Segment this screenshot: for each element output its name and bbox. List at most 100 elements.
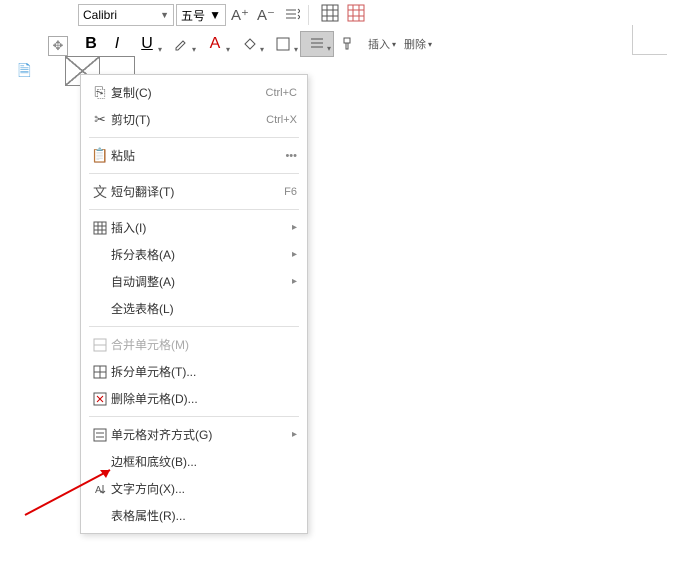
bold-button[interactable]: B [78,31,104,57]
format-painter-button[interactable] [334,31,360,57]
menu-translate[interactable]: 文 短句翻译(T) F6 [81,178,307,205]
italic-button[interactable]: I [104,31,130,57]
highlight-icon [173,36,189,52]
menu-separator [89,416,299,417]
merge-icon [89,338,111,352]
bucket-icon [241,36,257,52]
delete-label: 删除 [404,36,426,52]
line-spacing-button[interactable] [280,3,304,27]
menu-split-table-label: 拆分表格(A) [111,246,292,263]
menu-delete-cells-label: 删除单元格(D)... [111,390,297,407]
chevron-down-icon: ▾ [158,45,162,54]
chevron-down-icon: ▾ [294,45,298,54]
menu-separator [89,209,299,210]
borders-button[interactable]: ▾ [266,31,300,57]
document-icon[interactable]: 🗎 [18,60,31,87]
font-name-value: Calibri [83,8,117,22]
font-color-button[interactable]: A ▾ [198,31,232,57]
translate-icon: 文 [89,182,111,202]
dropdown-icon: ▼ [209,8,221,22]
menu-translate-label: 短句翻译(T) [111,183,284,200]
menu-copy-label: 复制(C) [111,84,266,101]
table-move-handle[interactable]: ✥ [48,36,68,56]
submenu-arrow-icon: ▸ [292,429,297,440]
chevron-down-icon: ▾ [392,40,396,49]
menu-insert-label: 插入(I) [111,219,292,236]
toolbar-row-2: B I U▾ ▾ A ▾ ▾ ▾ ▾ 插入▾ [78,30,432,58]
submenu-arrow-icon: ▸ [292,276,297,287]
menu-cell-align-label: 单元格对齐方式(G) [111,426,292,443]
split-cell-icon [89,365,111,379]
submenu-arrow-icon: ▸ [292,222,297,233]
table-grid-button[interactable] [321,4,339,27]
menu-select-table[interactable]: 全选表格(L) [81,295,307,322]
chevron-down-icon: ▾ [428,40,432,49]
menu-cell-align[interactable]: 单元格对齐方式(G) ▸ [81,421,307,448]
menu-merge-cells-label: 合并单元格(M) [111,336,297,353]
grid-color-icon [347,4,365,27]
table-actions-group [321,4,365,27]
underline-button[interactable]: U▾ [130,31,164,57]
align-icon [309,36,325,52]
insert-delete-group: 插入▾ 删除▾ [368,36,432,52]
paste-icon: 📋 [89,147,111,164]
menu-delete-cells[interactable]: 删除单元格(D)... [81,385,307,412]
formatting-toolbar: Calibri ▼ 五号 ▼ A⁺ A⁻ B I [78,2,432,58]
menu-borders-label: 边框和底纹(B)... [111,453,297,470]
menu-select-table-label: 全选表格(L) [111,300,297,317]
chevron-down-icon: ▾ [260,45,264,54]
font-size-value: 五号 [181,7,205,24]
chevron-down-icon: ▾ [226,45,230,54]
toolbar-row-1: Calibri ▼ 五号 ▼ A⁺ A⁻ [78,2,432,28]
menu-separator [89,173,299,174]
font-color-icon: A [210,35,221,53]
menu-paste-more: ••• [285,150,297,162]
copy-icon: ⎘ [89,84,111,101]
border-icon [275,36,291,52]
insert-dropdown[interactable]: 插入▾ [368,36,396,52]
menu-copy-shortcut: Ctrl+C [266,87,297,99]
font-name-select[interactable]: Calibri ▼ [78,4,174,26]
menu-split-cells[interactable]: 拆分单元格(T)... [81,358,307,385]
highlight-button[interactable]: ▾ [164,31,198,57]
menu-table-properties[interactable]: 表格属性(R)... [81,502,307,529]
menu-paste-label: 粘贴 [111,147,285,164]
insert-table-icon [89,221,111,235]
fill-color-button[interactable]: ▾ [232,31,266,57]
separator [308,5,309,25]
menu-separator [89,137,299,138]
menu-text-direction[interactable]: A 文字方向(X)... [81,475,307,502]
menu-cut-shortcut: Ctrl+X [266,114,297,126]
context-menu: ⎘ 复制(C) Ctrl+C ✂ 剪切(T) Ctrl+X 📋 粘贴 ••• 文… [80,74,308,534]
align-button[interactable]: ▾ [300,31,334,57]
insert-label: 插入 [368,36,390,52]
menu-text-direction-label: 文字方向(X)... [111,480,297,497]
submenu-arrow-icon: ▸ [292,249,297,260]
menu-split-table[interactable]: 拆分表格(A) ▸ [81,241,307,268]
menu-autofit-label: 自动调整(A) [111,273,292,290]
menu-separator [89,326,299,327]
font-size-select[interactable]: 五号 ▼ [176,4,226,26]
delete-dropdown[interactable]: 删除▾ [404,36,432,52]
italic-label: I [115,35,119,53]
menu-autofit[interactable]: 自动调整(A) ▸ [81,268,307,295]
menu-copy[interactable]: ⎘ 复制(C) Ctrl+C [81,79,307,106]
page-corner [632,25,667,55]
menu-insert[interactable]: 插入(I) ▸ [81,214,307,241]
table-style-button[interactable] [347,4,365,27]
menu-borders-shading[interactable]: 边框和底纹(B)... [81,448,307,475]
decrease-font-button[interactable]: A⁻ [254,3,278,27]
menu-merge-cells: 合并单元格(M) [81,331,307,358]
menu-table-props-label: 表格属性(R)... [111,507,297,524]
bold-label: B [85,35,97,53]
svg-text:A: A [95,485,102,496]
menu-cut[interactable]: ✂ 剪切(T) Ctrl+X [81,106,307,133]
cut-icon: ✂ [89,111,111,128]
menu-paste[interactable]: 📋 粘贴 ••• [81,142,307,169]
chevron-down-icon: ▾ [192,45,196,54]
dropdown-icon: ▼ [160,10,169,20]
align-cell-icon [89,428,111,442]
underline-label: U [141,35,153,53]
chevron-down-icon: ▾ [327,44,331,53]
increase-font-button[interactable]: A⁺ [228,3,252,27]
